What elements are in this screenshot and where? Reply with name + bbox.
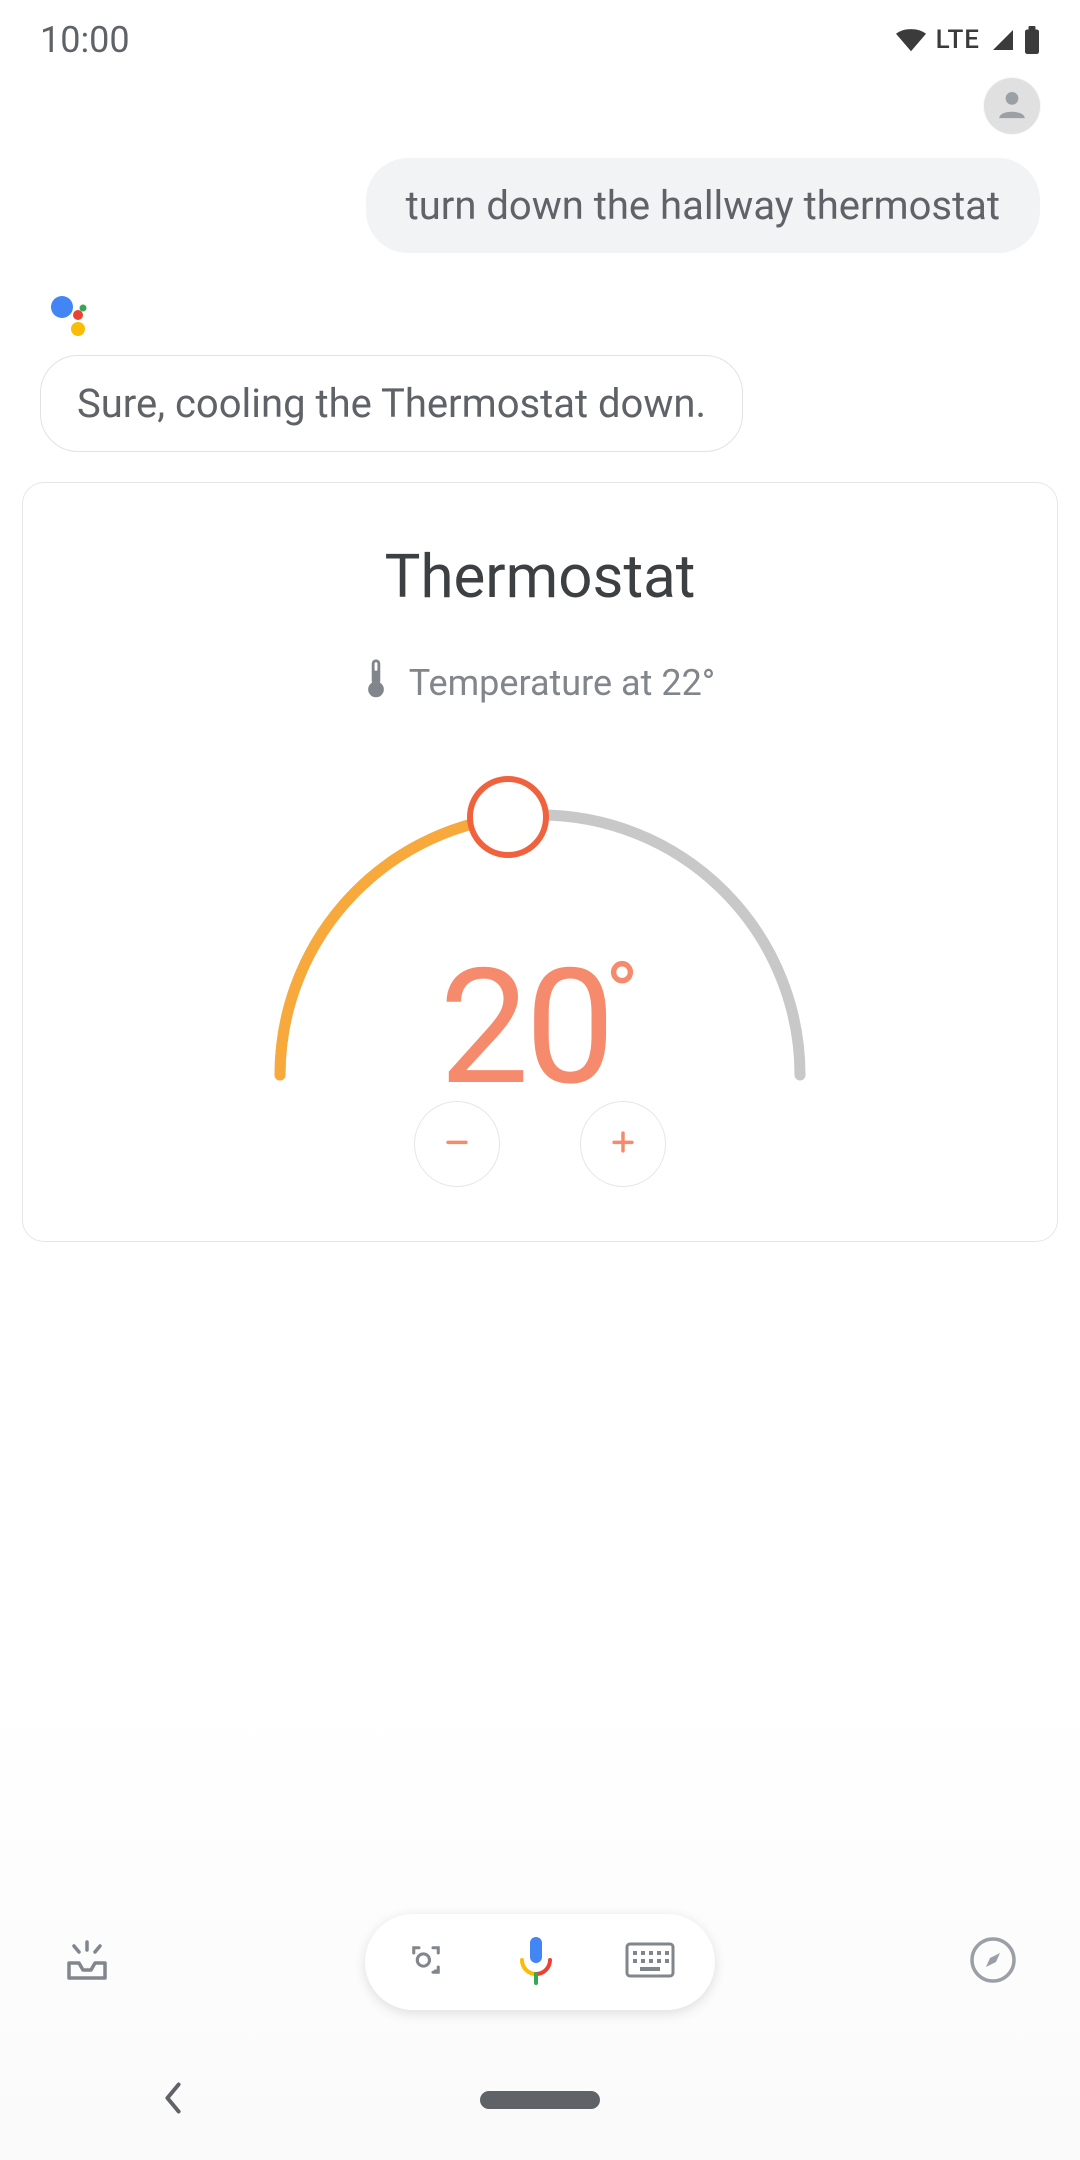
status-time: 10:00 [40,19,130,61]
chevron-left-icon [160,2101,186,2120]
keyboard-button[interactable] [625,1942,675,1982]
conversation-area: turn down the hallway thermostat Sure, c… [0,70,1080,452]
microphone-icon [513,1971,559,1990]
setpoint-display: 20° [230,935,850,1122]
google-assistant-icon [48,293,92,337]
person-icon [995,87,1029,125]
assistant-row: Sure, cooling the Thermostat down. [40,293,1040,452]
wifi-icon [896,28,926,52]
current-temperature-row: Temperature at 22° [53,658,1027,707]
updates-button[interactable] [60,1935,114,1989]
android-nav-bar [0,2070,1080,2130]
microphone-button[interactable] [513,1934,559,1990]
user-message-bubble: turn down the hallway thermostat [366,158,1040,253]
degree-symbol: ° [605,943,635,1048]
nav-back-button[interactable] [160,2080,186,2120]
setpoint-value: 20 [439,935,611,1122]
nav-home-pill[interactable] [480,2091,600,2109]
lens-icon [405,1966,447,1985]
user-avatar[interactable] [984,78,1040,134]
assistant-message-text: Sure, cooling the Thermostat down. [77,380,706,427]
current-temperature-label: Temperature at 22° [409,662,716,704]
google-lens-button[interactable] [405,1939,447,1985]
keyboard-icon [625,1963,675,1982]
cellular-signal-icon [990,28,1016,52]
temperature-dial[interactable]: 20° [230,735,850,1095]
network-type-label: LTE [936,25,980,55]
assistant-input-bar [0,1690,1080,2160]
compass-icon [968,1935,1018,1989]
status-icons: LTE [896,25,1040,55]
assistant-message-bubble: Sure, cooling the Thermostat down. [40,355,743,452]
plus-icon [607,1126,639,1162]
thermostat-card: Thermostat Temperature at 22° 20° [22,482,1058,1242]
status-bar: 10:00 LTE [0,0,1080,70]
minus-icon [441,1126,473,1162]
thermostat-title: Thermostat [53,541,1027,612]
input-pill [365,1914,715,2010]
inbox-shine-icon [63,1936,111,1988]
explore-button[interactable] [966,1935,1020,1989]
thermometer-icon [365,658,387,707]
battery-icon [1024,26,1040,54]
user-message-text: turn down the hallway thermostat [406,182,1000,229]
